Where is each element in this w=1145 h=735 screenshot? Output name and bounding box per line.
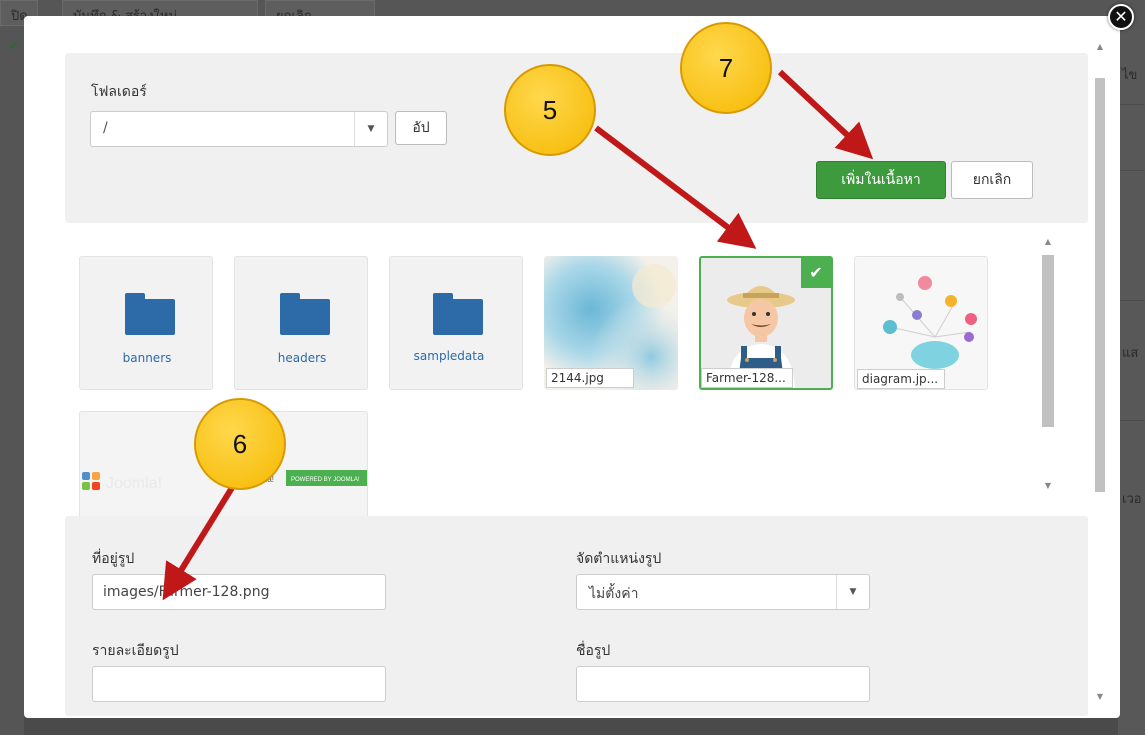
image-label: Farmer-128... [701, 368, 793, 388]
folder-select-value: / [103, 120, 108, 136]
image-description-input[interactable] [92, 666, 386, 702]
powered-by-text: POWERED BY JOOMLA! [291, 477, 360, 483]
folder-icon [433, 293, 483, 335]
bg-check-icon: ✔ [8, 38, 20, 54]
folder-tile-banners[interactable]: banners [79, 256, 213, 390]
image-tile-farmer[interactable]: ✔ Farmer-128... [699, 256, 833, 390]
scrollbar-thumb[interactable] [1042, 255, 1054, 427]
image-description-label: รายละเอียดรูป [92, 643, 179, 659]
caret-down-icon[interactable]: ▼ [354, 112, 387, 146]
image-title-label: ชื่อรูป [576, 643, 611, 659]
image-details-panel: ที่อยู่รูป จัดตำแหน่งรูป ไม่ตั้งค่า ▼ รา… [65, 516, 1088, 716]
scrollbar-thumb[interactable] [1095, 78, 1105, 492]
close-icon[interactable]: ✕ [1108, 4, 1134, 30]
scroll-up-icon[interactable]: ▲ [1095, 42, 1105, 52]
joomla-logo-text: Joomla! [106, 475, 162, 492]
background-left-edge [0, 30, 24, 735]
callout-5: 5 [504, 64, 596, 156]
folder-name: sampledata [413, 349, 485, 363]
folder-tile-sampledata[interactable]: sampledata [389, 256, 523, 390]
bg-right-text: แส [1122, 346, 1139, 361]
image-label: diagram.jp... [857, 369, 945, 389]
folder-icon [280, 293, 330, 335]
scroll-up-icon[interactable]: ▲ [1043, 237, 1053, 247]
insert-into-content-button[interactable]: เพิ่มในเนื้อหา [816, 161, 946, 199]
image-align-label: จัดตำแหน่งรูป [576, 551, 662, 567]
up-button[interactable]: อัป [395, 111, 447, 145]
bg-right-text: ไข [1122, 68, 1138, 83]
image-title-input[interactable] [576, 666, 870, 702]
folder-select[interactable]: / ▼ [90, 111, 388, 147]
image-align-value: ไม่ตั้งค่า [589, 586, 639, 602]
media-browser-scrollbar[interactable]: ▲ ▼ [1036, 233, 1060, 515]
modal-scrollbar[interactable]: ▲ ▼ [1088, 36, 1112, 708]
image-tile-diagram[interactable]: diagram.jp... [854, 256, 988, 390]
selected-check-icon: ✔ [801, 258, 831, 288]
folder-tile-headers[interactable]: headers [234, 256, 368, 390]
image-align-select[interactable]: ไม่ตั้งค่า ▼ [576, 574, 870, 610]
bg-right-text: เวอ [1122, 492, 1142, 507]
image-tile-2144[interactable]: 2144.jpg [544, 256, 678, 390]
folder-label: โฟลเดอร์ [91, 84, 147, 100]
background-right-edge [1118, 30, 1145, 735]
cancel-button[interactable]: ยกเลิก [951, 161, 1033, 199]
folder-icon [125, 293, 175, 335]
image-url-input[interactable] [92, 574, 386, 610]
folder-name: headers [277, 351, 327, 365]
image-url-label: ที่อยู่รูป [92, 551, 135, 567]
scroll-down-icon[interactable]: ▼ [1043, 481, 1053, 491]
scroll-down-icon[interactable]: ▼ [1095, 692, 1105, 702]
image-label: 2144.jpg [546, 368, 634, 388]
callout-7: 7 [680, 22, 772, 114]
callout-6: 6 [194, 398, 286, 490]
caret-down-icon[interactable]: ▼ [836, 575, 869, 609]
folder-name: banners [122, 351, 172, 365]
